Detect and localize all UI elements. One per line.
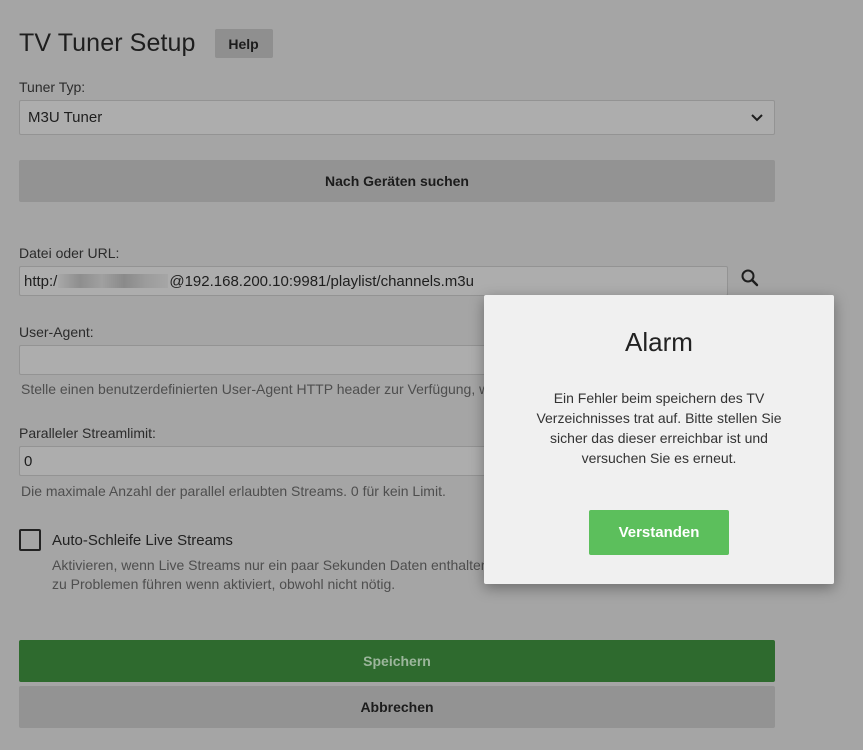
user-agent-label: User-Agent: (19, 324, 94, 340)
stream-limit-input[interactable]: 0 (19, 446, 489, 476)
auto-loop-label: Auto-Schleife Live Streams (52, 532, 233, 549)
modal-confirm-button[interactable]: Verstanden (589, 510, 729, 555)
alert-modal: Alarm Ein Fehler beim speichern des TV V… (484, 295, 834, 584)
auto-loop-help-line2: zu Problemen führen wenn aktiviert, obwo… (52, 576, 396, 592)
auto-loop-help-line1: Aktivieren, wenn Live Streams nur ein pa… (52, 557, 484, 573)
auto-loop-checkbox[interactable] (19, 529, 41, 551)
page: TV Tuner Setup Help Tuner Typ: M3U Tuner… (0, 0, 863, 750)
stream-limit-help: Die maximale Anzahl der parallel erlaubt… (21, 483, 446, 499)
user-agent-help: Stelle einen benutzerdefinierten User-Ag… (21, 381, 487, 397)
file-url-value-prefix: http:/ (24, 272, 58, 290)
title-row: TV Tuner Setup Help (19, 29, 273, 58)
page-title: TV Tuner Setup (19, 29, 196, 57)
file-url-input[interactable]: http:/ @192.168.200.10:9981/playlist/chan… (19, 266, 728, 296)
tuner-type-selected-value: M3U Tuner (28, 109, 103, 126)
tuner-type-label: Tuner Typ: (19, 79, 86, 95)
file-url-label: Datei oder URL: (19, 245, 120, 261)
user-agent-input[interactable] (19, 345, 489, 375)
modal-message: Ein Fehler beim speichern des TV Verzeic… (536, 390, 782, 466)
help-button[interactable]: Help (214, 29, 273, 58)
file-url-value-suffix: @192.168.200.10:9981/playlist/channels.m… (169, 272, 474, 290)
chevron-down-icon (751, 113, 763, 121)
stream-limit-label: Paralleler Streamlimit: (19, 425, 156, 441)
cancel-button[interactable]: Abbrechen (19, 686, 775, 728)
save-button[interactable]: Speichern (19, 640, 775, 682)
scan-devices-button[interactable]: Nach Geräten suchen (19, 160, 775, 202)
modal-title: Alarm (625, 327, 693, 357)
tuner-type-select[interactable]: M3U Tuner (19, 100, 775, 135)
search-icon[interactable] (740, 268, 760, 288)
redacted-credentials (58, 274, 169, 288)
